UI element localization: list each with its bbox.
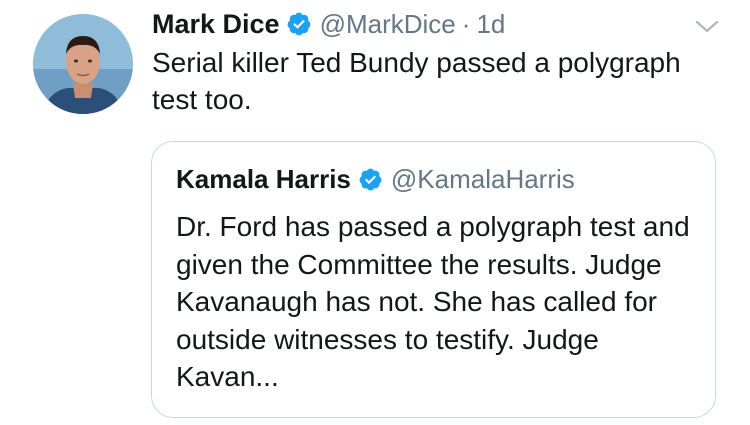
chevron-down-icon[interactable] (694, 18, 720, 36)
separator-dot: · (461, 8, 471, 39)
tweet: Mark Dice @MarkDice · 1d Serial killer T… (0, 0, 750, 425)
verified-badge-icon (286, 11, 312, 37)
timestamp[interactable]: 1d (476, 9, 505, 40)
author-handle[interactable]: @MarkDice (320, 9, 456, 40)
tweet-header: Mark Dice @MarkDice · 1d (152, 4, 505, 44)
avatar[interactable] (33, 14, 133, 114)
verified-badge-icon (358, 167, 383, 192)
quoted-author-handle: @KamalaHarris (390, 163, 575, 194)
quoted-tweet-card[interactable]: Kamala Harris @KamalaHarris Dr. Ford has… (151, 141, 716, 418)
quoted-author-name: Kamala Harris (176, 163, 351, 194)
quoted-tweet-header: Kamala Harris @KamalaHarris (176, 160, 575, 198)
tweet-text: Serial killer Ted Bundy passed a polygra… (152, 47, 681, 115)
author-name[interactable]: Mark Dice (152, 9, 280, 40)
quoted-tweet-text: Dr. Ford has passed a polygraph test and… (176, 211, 690, 392)
